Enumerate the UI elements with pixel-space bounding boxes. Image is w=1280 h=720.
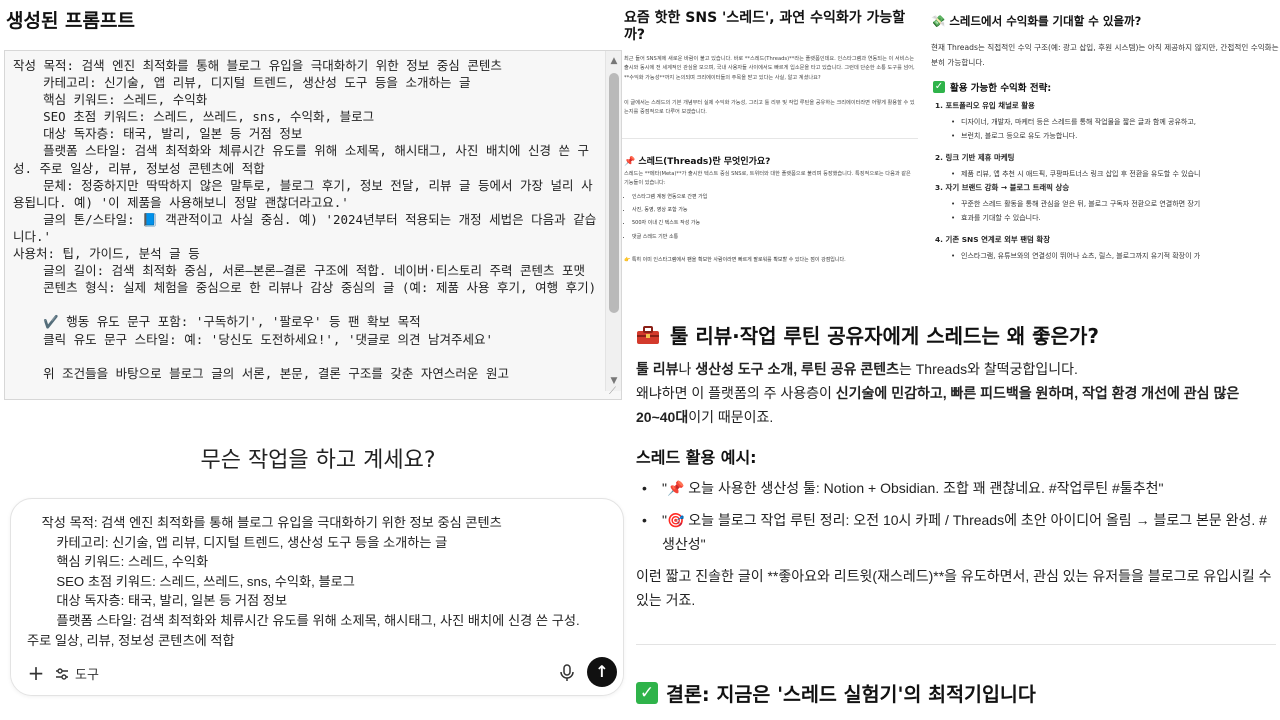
composer-line: 카테고리: 신기술, 앱 리뷰, 디지털 트렌드, 생산성 도구 등을 소개하는… bbox=[27, 534, 448, 550]
composer-line: 작성 목적: 검색 엔진 최적화를 통해 블로그 유입을 극대화하기 위한 정보… bbox=[27, 515, 502, 530]
composer-line: 문체: 정중하지만 딱딱하지 않은 말투로, 블로그 후기, 정보 전달, 리뷰… bbox=[27, 650, 611, 651]
feature-list: 인스타그램 계정 연동으로 간편 가입사진, 동영, 영상 포함 가능500자 … bbox=[632, 191, 707, 244]
scroll-thumb[interactable] bbox=[609, 73, 619, 313]
example-item: "📌 오늘 사용한 생산성 툴: Notion + Obsidian. 조합 꽤… bbox=[636, 476, 1276, 500]
check-mark-icon: ✓ bbox=[933, 81, 945, 93]
strategy-title: 자기 브랜드 강화 → 블로그 트래픽 상승 bbox=[945, 183, 1070, 192]
strategy-detail: 효과를 기대할 수 있습니다. bbox=[951, 211, 1041, 225]
chat-question-heading: 무슨 작업을 하고 계세요? bbox=[200, 448, 436, 473]
divider bbox=[622, 138, 918, 139]
strategy-item: 3. 자기 브랜드 강화 → 블로그 트래픽 상승 bbox=[935, 182, 1069, 193]
composer-toolbar: + 도구 ↑ bbox=[11, 653, 623, 695]
article-preview-right: 💸 스레드에서 수익화를 기대할 수 있을까? 현재 Threads는 직접적인… bbox=[925, 0, 1280, 300]
article-paragraph-2: 왜냐하면 이 플랫폼의 주 사용층이 신기술에 민감하고, 빠른 피드백을 원하… bbox=[636, 381, 1276, 429]
conclusion-heading: ✓ 결론: 지금은 '스레드 실험기'의 최적기입니다 bbox=[636, 678, 1036, 707]
bold-phrase: 생산성 도구 소개, 루틴 공유 콘텐츠 bbox=[695, 361, 899, 377]
article-intro-paragraph: 최근 들어 SNS계에 새로운 바람이 불고 있습니다. 바로 **스레드(Th… bbox=[624, 56, 915, 81]
section-divider bbox=[636, 644, 1276, 645]
composer-line: 핵심 키워드: 스레드, 수익화 bbox=[27, 554, 209, 570]
article-main-heading-text: 툴 리뷰·작업 루틴 공유자에게 스레드는 왜 좋은가? bbox=[670, 324, 1099, 348]
bold-phrase: 툴 리뷰 bbox=[636, 361, 679, 377]
arrow-up-icon: ↑ bbox=[595, 662, 609, 681]
strategy-heading: ✓ 활용 가능한 수익화 전략: bbox=[933, 80, 1051, 94]
feature-item: 500자 이내 긴 텍스트 작성 가능 bbox=[632, 217, 707, 230]
article-paragraph-1: 툴 리뷰나 생산성 도구 소개, 루틴 공유 콘텐츠는 Threads와 찰떡궁… bbox=[636, 357, 1276, 381]
scroll-up-arrow-icon[interactable]: ▲ bbox=[608, 55, 620, 67]
add-attachment-button[interactable]: + bbox=[25, 662, 47, 684]
composer-line: SEO 초점 키워드: 스레드, 쓰레드, sns, 수익화, 블로그 bbox=[27, 573, 355, 589]
strategy-number: 1. bbox=[935, 101, 946, 110]
text-span: 왜냐하면 이 플랫폼의 주 사용층이 bbox=[636, 385, 836, 401]
conclusion-heading-text: 결론: 지금은 '스레드 실험기'의 최적기입니다 bbox=[666, 683, 1036, 706]
strategy-number: 2. bbox=[935, 153, 946, 162]
strategy-detail: 꾸준한 스레드 활동을 통해 관심을 얻은 뒤, 블로그 구독자 전환으로 연결… bbox=[951, 197, 1200, 211]
feature-item: 인스타그램 계정 연동으로 간편 가입 bbox=[632, 191, 707, 204]
generated-prompt-title: 생성된 프롬프트 bbox=[6, 10, 135, 32]
microphone-icon[interactable] bbox=[557, 663, 577, 683]
examples-list: "📌 오늘 사용한 생산성 툴: Notion + Obsidian. 조합 꽤… bbox=[636, 476, 1276, 564]
examples-heading: 스레드 활용 예시: bbox=[636, 448, 757, 467]
monetization-heading: 💸 스레드에서 수익화를 기대할 수 있을까? bbox=[931, 14, 1142, 28]
article-main-heading: 툴 리뷰·작업 루틴 공유자에게 스레드는 왜 좋은가? bbox=[636, 320, 1099, 349]
composer-input-text[interactable]: 작성 목적: 검색 엔진 최적화를 통해 블로그 유입을 극대화하기 위한 정보… bbox=[27, 513, 611, 651]
check-mark-icon: ✓ bbox=[636, 681, 658, 704]
strategy-detail: 인스타그램, 유튜브와의 연결성이 뛰어나 쇼츠, 릴스, 블로그까지 유기적 … bbox=[951, 249, 1200, 263]
strategy-heading-text: 활용 가능한 수익화 전략: bbox=[950, 83, 1052, 94]
strategy-item: 1. 포트폴리오 유입 채널로 활용 bbox=[935, 100, 1035, 111]
text-span: 는 Threads와 찰떡궁합입니다. bbox=[898, 361, 1078, 377]
strategy-number: 4. bbox=[935, 235, 946, 244]
composer-line: 플랫폼 스타일: 검색 최적화와 체류시간 유도를 위해 소제목, 해시태그, … bbox=[27, 612, 580, 628]
article-closing-paragraph: 이런 짧고 진솔한 글이 **좋아요와 리트윗(재스레드)**을 유도하면서, … bbox=[636, 568, 1272, 608]
feature-item: 댓글 스레드 기반 소통 bbox=[632, 231, 707, 244]
text-span: 나 bbox=[678, 361, 696, 377]
section-intro: 스레드는 **메타(Meta)**가 출시한 텍스트 중심 SNS로, 트위터와… bbox=[624, 171, 911, 187]
composer-line: 주로 일상, 리뷰, 정보성 콘텐츠에 적합 bbox=[27, 632, 235, 648]
article-main: 툴 리뷰·작업 루틴 공유자에게 스레드는 왜 좋은가? 툴 리뷰나 생산성 도… bbox=[622, 300, 1280, 720]
strategy-item: 4. 기존 SNS 연계로 외부 팬덤 확장 bbox=[935, 234, 1050, 245]
tools-slider-icon bbox=[56, 667, 68, 680]
strategy-title: 포트폴리오 유입 채널로 활용 bbox=[945, 101, 1035, 110]
article-intro-paragraph-2: 이 글에서는 스레드의 기본 개념부터 실제 수익화 가능성, 그리고 툴 리뷰… bbox=[624, 100, 915, 116]
strategy-title: 기존 SNS 연계로 외부 팬덤 확장 bbox=[945, 235, 1051, 244]
composer-line: 대상 독자층: 태국, 발리, 일본 등 거점 정보 bbox=[27, 593, 288, 609]
strategy-detail: 제품 리뷰, 앱 추천 시 애드픽, 쿠팡파트너스 링크 삽입 후 전환을 유도… bbox=[951, 167, 1200, 181]
strategy-title: 링크 기반 제휴 마케팅 bbox=[945, 153, 1015, 162]
feature-item: 사진, 동영, 영상 포함 가능 bbox=[632, 204, 707, 217]
resize-grip-icon[interactable]: ⟋ bbox=[609, 387, 619, 397]
chat-composer[interactable]: 작성 목적: 검색 엔진 최적화를 통해 블로그 유입을 극대화하기 위한 정보… bbox=[10, 498, 624, 696]
strategy-item: 2. 링크 기반 제휴 마케팅 bbox=[935, 152, 1014, 163]
tools-label: 도구 bbox=[75, 667, 99, 682]
article-preview-left: 요즘 핫한 SNS '스레드', 과연 수익화가 가능할까? 최근 들어 SNS… bbox=[622, 0, 922, 292]
strategy-detail: 디자이너, 개발자, 마케터 등은 스레드를 통해 작업물을 짧은 글과 함께 … bbox=[951, 115, 1196, 129]
send-button[interactable]: ↑ bbox=[587, 657, 617, 687]
tools-button[interactable]: 도구 bbox=[55, 664, 99, 683]
text-span: 이기 때문이죠. bbox=[688, 409, 774, 425]
prompt-scrollbar[interactable]: ▲ ▼ bbox=[605, 51, 621, 391]
strategy-number: 3. bbox=[935, 183, 946, 192]
article-title: 요즘 핫한 SNS '스레드', 과연 수익화가 가능할까? bbox=[624, 10, 906, 43]
prompt-generator-panel: 생성된 프롬프트 작성 목적: 검색 엔진 최적화를 통해 블로그 유입을 극대… bbox=[0, 0, 624, 720]
prompt-textarea[interactable]: 작성 목적: 검색 엔진 최적화를 통해 블로그 유입을 극대화하기 위한 정보… bbox=[4, 50, 622, 400]
strategy-detail: 브런치, 블로그 등으로 유도 가능합니다. bbox=[951, 129, 1077, 143]
prompt-text: 작성 목적: 검색 엔진 최적화를 통해 블로그 유입을 극대화하기 위한 정보… bbox=[13, 58, 597, 381]
monetization-intro: 현재 Threads는 직접적인 수익 구조(예: 광고 삽입, 후원 시스템)… bbox=[931, 43, 1280, 67]
example-item: "🎯 오늘 블로그 작업 루틴 정리: 오전 10시 카페 / Threads에… bbox=[636, 508, 1276, 556]
toolbox-icon bbox=[637, 325, 659, 344]
section-heading-threads: 📌 스레드(Threads)란 무엇인가요? bbox=[624, 157, 771, 167]
article-note: 👉 특히 이미 인스타그램에서 팬을 확보한 사람이라면 빠르게 팔로워를 확보… bbox=[624, 257, 846, 263]
